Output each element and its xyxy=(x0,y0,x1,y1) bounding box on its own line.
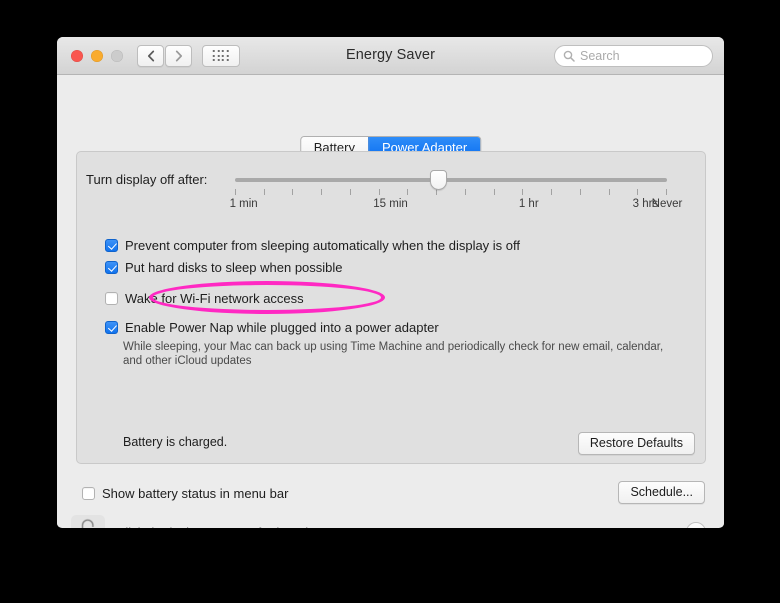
checkbox-label-prevent-sleep: Prevent computer from sleeping automatic… xyxy=(125,238,521,253)
slider-track[interactable] xyxy=(235,178,667,182)
checkbox-row-wake-for-wifi[interactable]: Wake for Wi-Fi network access xyxy=(105,291,685,307)
checkbox-hard-disk-sleep[interactable] xyxy=(105,261,118,274)
close-button[interactable] xyxy=(71,50,83,62)
forward-chevron-icon xyxy=(175,50,182,62)
checkbox-row-prevent-sleep[interactable]: Prevent computer from sleeping automatic… xyxy=(105,238,685,254)
checkbox-label-show-battery-status: Show battery status in menu bar xyxy=(102,486,289,501)
back-chevron-icon xyxy=(147,50,154,62)
slider-tick xyxy=(378,189,380,195)
minimize-button[interactable] xyxy=(91,50,103,62)
help-button[interactable]: ? xyxy=(686,522,706,528)
search-input[interactable] xyxy=(580,49,704,63)
energy-saver-window: Energy Saver Battery Power Adapter Turn … xyxy=(57,37,724,528)
checkbox-prevent-sleep[interactable] xyxy=(105,239,118,252)
zoom-button[interactable] xyxy=(111,50,123,62)
slider-tick-label: Never xyxy=(651,198,683,210)
lock-button[interactable] xyxy=(71,515,105,528)
checkbox-label-wake-for-wifi: Wake for Wi-Fi network access xyxy=(125,291,304,306)
power-nap-help-text: While sleeping, your Mac can back up usi… xyxy=(123,341,664,367)
checkbox-wake-for-wifi[interactable] xyxy=(105,292,118,305)
slider-thumb[interactable] xyxy=(429,170,447,190)
slider-tick xyxy=(637,189,639,195)
window-titlebar: Energy Saver xyxy=(57,37,724,75)
search-field[interactable] xyxy=(554,45,713,67)
slider-tick-label: 1 min xyxy=(229,198,258,210)
slider-tick xyxy=(579,189,581,195)
lock-instruction-text: Click the lock to prevent further change… xyxy=(116,525,352,529)
slider-tick-label: 1 hr xyxy=(518,198,539,210)
show-all-button[interactable] xyxy=(202,45,240,67)
lock-row: Click the lock to prevent further change… xyxy=(71,515,352,528)
slider-tick xyxy=(493,189,495,195)
checkbox-row-power-nap[interactable]: Enable Power Nap while plugged into a po… xyxy=(105,320,685,336)
display-sleep-slider-row: Turn display off after: 1 min 15 min 1 hr 3… xyxy=(77,169,705,229)
slider-label: Turn display off after: xyxy=(86,172,208,187)
checkbox-row-hard-disk-sleep[interactable]: Put hard disks to sleep when possible xyxy=(105,260,685,276)
slider-tick xyxy=(407,189,409,195)
checkbox-row-show-battery-status[interactable]: Show battery status in menu bar xyxy=(82,486,288,502)
unlocked-padlock-icon xyxy=(81,518,95,528)
back-button[interactable] xyxy=(137,45,164,67)
slider-tick-label: 15 min xyxy=(373,198,408,210)
slider-tick xyxy=(321,189,323,195)
checkbox-label-hard-disk-sleep: Put hard disks to sleep when possible xyxy=(125,260,343,275)
slider-tick xyxy=(349,189,351,195)
restore-defaults-button[interactable]: Restore Defaults xyxy=(577,432,695,455)
slider-tick xyxy=(464,189,466,195)
forward-button[interactable] xyxy=(165,45,192,67)
slider-tick xyxy=(608,189,610,195)
slider-tick xyxy=(522,189,524,195)
search-icon xyxy=(563,50,575,62)
slider-ticks xyxy=(235,189,667,196)
window-body: Battery Power Adapter Turn display off a… xyxy=(57,75,724,528)
checkbox-power-nap[interactable] xyxy=(105,321,118,334)
slider-tick xyxy=(666,189,667,195)
slider-tick xyxy=(235,189,236,195)
checkbox-show-battery-status[interactable] xyxy=(82,487,95,500)
schedule-button[interactable]: Schedule... xyxy=(618,481,705,504)
slider-tick xyxy=(263,189,265,195)
battery-status-text: Battery is charged. xyxy=(123,435,228,449)
settings-panel: Turn display off after: 1 min 15 min 1 hr 3… xyxy=(76,151,706,464)
checkbox-label-power-nap: Enable Power Nap while plugged into a po… xyxy=(125,320,439,335)
grid-icon xyxy=(212,50,230,62)
slider-tick xyxy=(551,189,553,195)
slider-tick xyxy=(292,189,294,195)
